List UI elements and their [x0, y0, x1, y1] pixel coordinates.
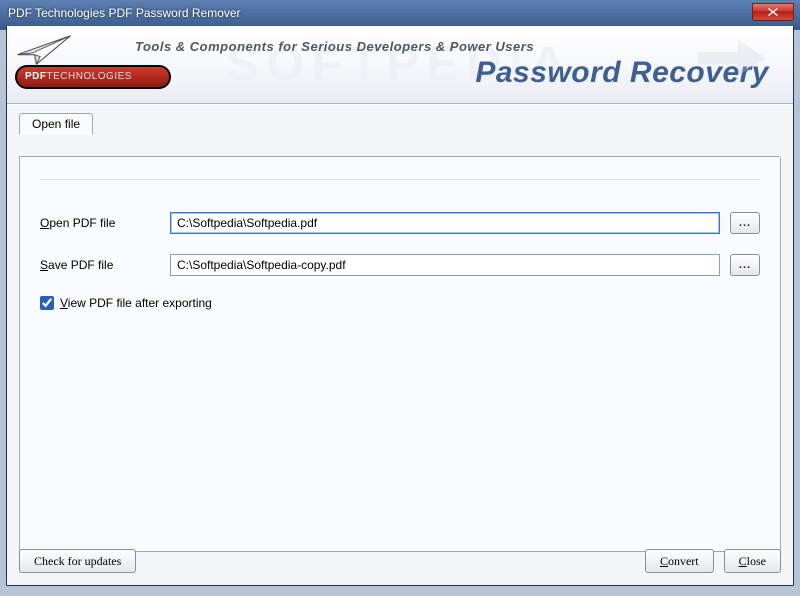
- tab-bar: Open file: [19, 113, 781, 135]
- banner: SOFTPEDIA PDFTECHNOLOGIES Tools & Compon…: [7, 26, 793, 104]
- close-button[interactable]: Close: [724, 549, 781, 573]
- main-panel: Open file Open PDF file ... Save PDF fil…: [7, 104, 793, 585]
- window-title: PDF Technologies PDF Password Remover: [6, 6, 752, 20]
- brand-badge: PDFTECHNOLOGIES: [15, 65, 171, 89]
- window-close-button[interactable]: [752, 3, 794, 21]
- client-area: SOFTPEDIA PDFTECHNOLOGIES Tools & Compon…: [6, 26, 794, 586]
- footer-bar: Check for updates Convert Close: [19, 549, 781, 573]
- logo-prefix: PDF: [25, 72, 47, 82]
- open-file-input[interactable]: [170, 212, 720, 234]
- divider: [40, 179, 760, 180]
- tab-page-open-file: Open PDF file ... Save PDF file ... View…: [19, 156, 781, 552]
- paper-plane-icon: [15, 32, 73, 66]
- close-icon: [767, 7, 779, 17]
- application-window: PDF Technologies PDF Password Remover SO…: [0, 0, 800, 596]
- check-updates-button[interactable]: Check for updates: [19, 549, 136, 573]
- save-file-label: Save PDF file: [40, 258, 170, 272]
- tab-open-file[interactable]: Open file: [19, 113, 93, 135]
- arrow-decoration-icon: [693, 32, 783, 82]
- view-after-export-checkbox[interactable]: [40, 296, 54, 310]
- view-after-export-row: View PDF file after exporting: [40, 296, 760, 310]
- view-after-export-label: View PDF file after exporting: [60, 296, 212, 310]
- brand-logo: PDFTECHNOLOGIES: [15, 32, 127, 89]
- logo-suffix: TECHNOLOGIES: [47, 72, 132, 82]
- save-file-input[interactable]: [170, 254, 720, 276]
- tab-label: Open file: [32, 117, 80, 131]
- save-file-browse-button[interactable]: ...: [730, 254, 760, 276]
- open-file-row: Open PDF file ...: [40, 212, 760, 234]
- save-file-row: Save PDF file ...: [40, 254, 760, 276]
- open-file-label: Open PDF file: [40, 216, 170, 230]
- banner-tagline: Tools & Components for Serious Developer…: [135, 40, 534, 53]
- open-file-browse-button[interactable]: ...: [730, 212, 760, 234]
- titlebar[interactable]: PDF Technologies PDF Password Remover: [0, 0, 800, 26]
- convert-button[interactable]: Convert: [645, 549, 714, 573]
